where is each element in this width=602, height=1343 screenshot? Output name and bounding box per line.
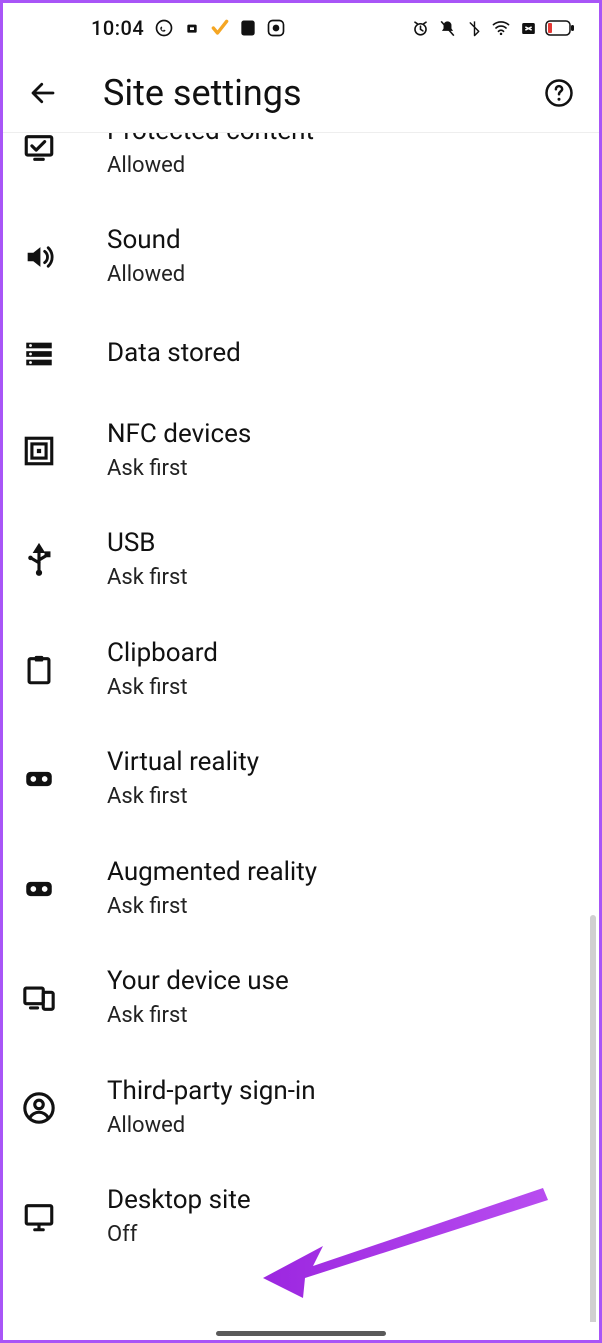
- row-your-device-use[interactable]: Your device use Ask first: [3, 943, 599, 1052]
- back-button[interactable]: [21, 71, 65, 115]
- row-desktop-site[interactable]: Desktop site Off: [3, 1162, 599, 1271]
- row-augmented-reality[interactable]: Augmented reality Ask first: [3, 834, 599, 943]
- help-icon: [544, 78, 574, 108]
- usb-icon: [19, 540, 59, 580]
- row-title: NFC devices: [107, 418, 251, 452]
- home-indicator[interactable]: [216, 1331, 386, 1336]
- row-virtual-reality[interactable]: Virtual reality Ask first: [3, 724, 599, 833]
- row-usb[interactable]: USB Ask first: [3, 505, 599, 614]
- no-sim-icon: [518, 18, 538, 38]
- row-subtitle: Ask first: [107, 1001, 289, 1031]
- row-nfc-devices[interactable]: NFC devices Ask first: [3, 396, 599, 505]
- row-subtitle: Allowed: [107, 260, 185, 290]
- circle-app-icon: [266, 18, 286, 38]
- row-subtitle: Off: [107, 1220, 251, 1250]
- row-protected-content[interactable]: Protected content Allowed: [3, 133, 599, 202]
- vr-headset-icon: [19, 759, 59, 799]
- row-subtitle: Allowed: [107, 151, 314, 181]
- row-title: Protected content: [107, 133, 314, 149]
- storage-icon: [19, 334, 59, 374]
- scrollbar-thumb[interactable]: [590, 915, 596, 1322]
- page-title: Site settings: [65, 72, 537, 114]
- status-time: 10:04: [91, 16, 144, 40]
- devices-icon: [19, 978, 59, 1018]
- alarm-icon: [410, 18, 430, 38]
- row-subtitle: Ask first: [107, 782, 259, 812]
- row-title: Third-party sign-in: [107, 1075, 316, 1109]
- account-circle-icon: [19, 1088, 59, 1128]
- checkmark-icon: [210, 18, 230, 38]
- app-badge-icon: [182, 18, 202, 38]
- settings-list[interactable]: Protected content Allowed Sound Allowed …: [3, 133, 599, 1322]
- notes-app-icon: [238, 18, 258, 38]
- row-title: Clipboard: [107, 637, 218, 671]
- row-third-party-sign-in[interactable]: Third-party sign-in Allowed: [3, 1053, 599, 1162]
- row-title: Data stored: [107, 337, 241, 371]
- bluetooth-icon: [464, 18, 484, 38]
- status-bar: 10:04: [3, 3, 599, 53]
- nfc-icon: [19, 431, 59, 471]
- row-data-stored[interactable]: Data stored: [3, 312, 599, 396]
- wifi-icon: [491, 18, 511, 38]
- clipboard-icon: [19, 650, 59, 690]
- protected-content-icon: [19, 133, 59, 168]
- row-subtitle: Ask first: [107, 563, 188, 593]
- row-title: USB: [107, 527, 188, 561]
- battery-low-icon: [545, 18, 575, 38]
- row-title: Your device use: [107, 965, 289, 999]
- row-subtitle: Ask first: [107, 454, 251, 484]
- ar-headset-icon: [19, 869, 59, 909]
- help-button[interactable]: [537, 71, 581, 115]
- row-subtitle: Ask first: [107, 673, 218, 703]
- row-subtitle: Ask first: [107, 892, 317, 922]
- row-title: Virtual reality: [107, 746, 259, 780]
- row-title: Desktop site: [107, 1184, 251, 1218]
- app-bar: Site settings: [3, 53, 599, 133]
- row-sound[interactable]: Sound Allowed: [3, 202, 599, 311]
- desktop-icon: [19, 1197, 59, 1237]
- row-subtitle: Allowed: [107, 1111, 316, 1141]
- arrow-left-icon: [28, 78, 58, 108]
- notifications-off-icon: [437, 18, 457, 38]
- row-title: Augmented reality: [107, 856, 317, 890]
- row-clipboard[interactable]: Clipboard Ask first: [3, 615, 599, 724]
- sound-icon: [19, 237, 59, 277]
- row-title: Sound: [107, 224, 185, 258]
- whatsapp-icon: [154, 18, 174, 38]
